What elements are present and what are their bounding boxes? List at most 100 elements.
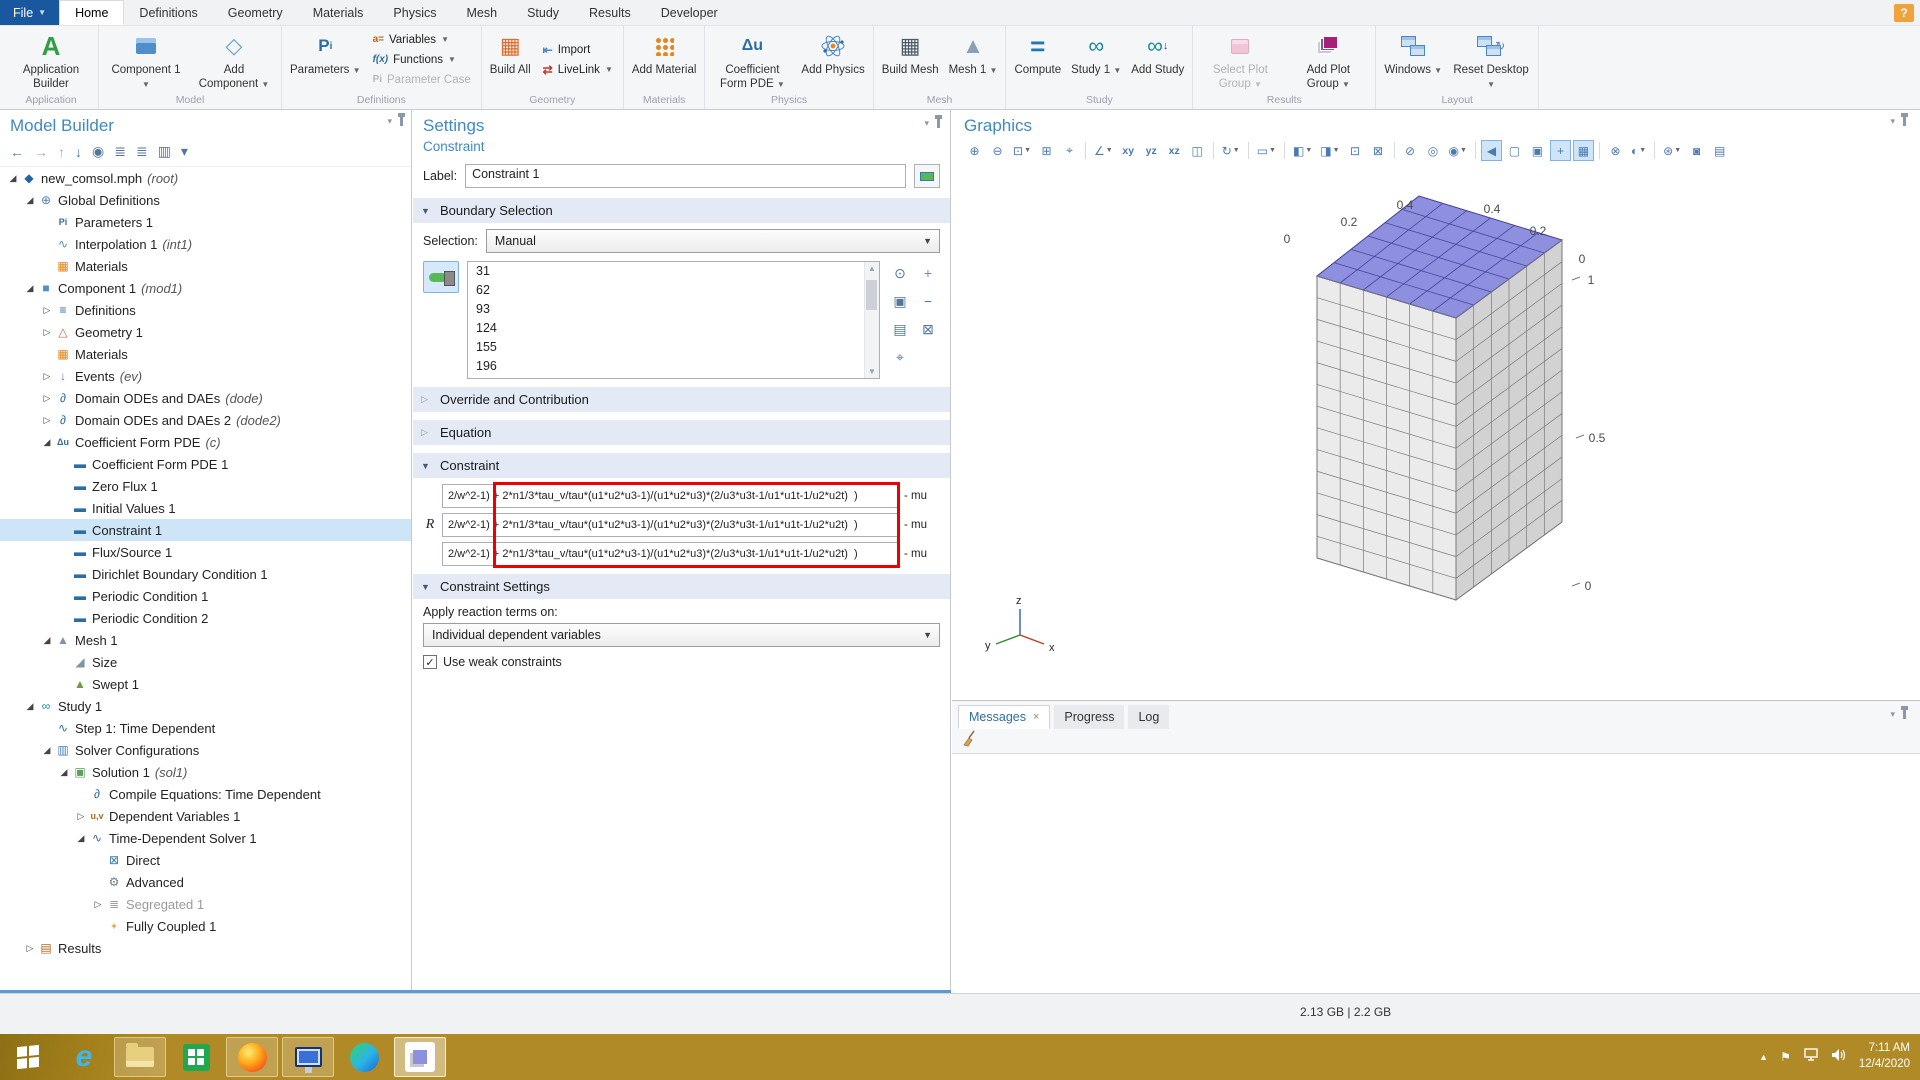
- tab-materials[interactable]: Materials: [298, 0, 379, 25]
- tree-item-solution-1[interactable]: ◢▣Solution 1(sol1): [0, 761, 411, 783]
- build-all-button[interactable]: ▦ Build All: [485, 26, 536, 93]
- study-1-button[interactable]: ∞ Study 1 ▼: [1066, 26, 1126, 93]
- mesh-1-button[interactable]: ▲ Mesh 1 ▼: [944, 26, 1003, 93]
- collapse-all-button[interactable]: ≣: [136, 143, 148, 160]
- tree-item-materials[interactable]: ▦Materials: [0, 343, 411, 365]
- tree-item-size[interactable]: ◢Size: [0, 651, 411, 673]
- snapshot-button[interactable]: ◙: [1686, 140, 1707, 161]
- tree-item-periodic-condition-1[interactable]: ▬Periodic Condition 1: [0, 585, 411, 607]
- tab-study[interactable]: Study: [512, 0, 574, 25]
- constraint-expression-input-1[interactable]: 2/w^2-1) + 2*n1/3*tau_v/tau*(u1*u2*u3-1)…: [442, 484, 899, 508]
- move-down-button[interactable]: ↓: [75, 144, 82, 160]
- start-button[interactable]: [2, 1037, 54, 1077]
- selection-dropdown[interactable]: Manual▼: [486, 229, 940, 253]
- view-xz-button[interactable]: xz: [1164, 140, 1185, 161]
- selection-list-item[interactable]: 31: [468, 262, 879, 281]
- section-boundary-selection[interactable]: ▼ Boundary Selection: [413, 198, 950, 223]
- tab-physics[interactable]: Physics: [378, 0, 451, 25]
- show-borders-button[interactable]: ▣: [1527, 140, 1548, 161]
- expand-caret-icon[interactable]: ▷: [23, 943, 37, 954]
- add-physics-button[interactable]: Add Physics: [796, 26, 869, 93]
- paste-selection-button[interactable]: ▤: [888, 317, 912, 341]
- scroll-thumb[interactable]: [866, 280, 877, 310]
- expand-caret-icon[interactable]: ◢: [23, 701, 37, 712]
- volume-icon[interactable]: [1831, 1048, 1847, 1067]
- tab-progress[interactable]: Progress: [1054, 705, 1124, 729]
- show-axes-button[interactable]: +: [1550, 140, 1571, 161]
- expand-caret-icon[interactable]: ▷: [91, 899, 105, 910]
- help-button[interactable]: ?: [1894, 4, 1914, 22]
- close-icon[interactable]: ×: [1033, 711, 1039, 723]
- clear-messages-broom-icon[interactable]: [962, 730, 977, 752]
- expand-caret-icon[interactable]: ◢: [23, 195, 37, 206]
- view-yz-button[interactable]: yz: [1141, 140, 1162, 161]
- livelink-button[interactable]: ⇄LiveLink▼: [540, 60, 616, 79]
- tree-item-mesh-1[interactable]: ◢▲Mesh 1: [0, 629, 411, 651]
- tree-item-interpolation-1[interactable]: ∿Interpolation 1(int1): [0, 233, 411, 255]
- section-override-and-contribution[interactable]: ▷ Override and Contribution: [413, 387, 950, 412]
- add-material-button[interactable]: Add Material: [627, 26, 702, 93]
- tree-item-zero-flux-1[interactable]: ▬Zero Flux 1: [0, 475, 411, 497]
- tree-item-events[interactable]: ▷↓Events(ev): [0, 365, 411, 387]
- selection-list-item[interactable]: 196: [468, 357, 879, 376]
- perspective-button[interactable]: ◫: [1187, 140, 1208, 161]
- tab-definitions[interactable]: Definitions: [124, 0, 212, 25]
- tree-item-new-comsol-mph[interactable]: ◢◆new_comsol.mph(root): [0, 167, 411, 189]
- functions-button[interactable]: f(x)Functions▼: [370, 50, 474, 69]
- panel-menu-caret-icon[interactable]: ▾: [387, 116, 392, 127]
- tab-home[interactable]: Home: [59, 0, 124, 25]
- selection-list-item[interactable]: 93: [468, 300, 879, 319]
- clock[interactable]: 7:11 AM 12/4/2020: [1859, 1041, 1910, 1072]
- tree-item-advanced[interactable]: ⚙Advanced: [0, 871, 411, 893]
- component-button[interactable]: Component 1 ▼: [102, 26, 190, 93]
- tree-item-domain-odes-and-daes[interactable]: ▷∂Domain ODEs and DAEs(dode): [0, 387, 411, 409]
- expand-caret-icon[interactable]: ▷: [40, 305, 54, 316]
- selection-colors-button[interactable]: ◀: [1481, 140, 1502, 161]
- show-button[interactable]: ◉: [92, 143, 104, 160]
- pin-icon[interactable]: [937, 119, 940, 128]
- network-icon[interactable]: [1803, 1048, 1819, 1066]
- tree-item-results[interactable]: ▷▤Results: [0, 937, 411, 959]
- section-constraint[interactable]: ▼ Constraint: [413, 453, 950, 478]
- tree-item-dirichlet-boundary-condition-1[interactable]: ▬Dirichlet Boundary Condition 1: [0, 563, 411, 585]
- store-button[interactable]: [170, 1037, 222, 1077]
- move-up-button[interactable]: ↑: [58, 144, 65, 160]
- section-equation[interactable]: ▷ Equation: [413, 420, 950, 445]
- tree-item-global-definitions[interactable]: ◢⊕Global Definitions: [0, 189, 411, 211]
- tree-item-coefficient-form-pde-1[interactable]: ▬Coefficient Form PDE 1: [0, 453, 411, 475]
- transparency-button[interactable]: ◧▼: [1290, 140, 1315, 161]
- tree-item-geometry-1[interactable]: ▷△Geometry 1: [0, 321, 411, 343]
- copy-selection-button[interactable]: ▣: [888, 289, 912, 313]
- rotate-button[interactable]: ↻▼: [1219, 140, 1243, 161]
- expand-all-button[interactable]: ≣: [114, 143, 126, 160]
- selection-list-item[interactable]: 62: [468, 281, 879, 300]
- tree-item-definitions[interactable]: ▷≡Definitions: [0, 299, 411, 321]
- tree-item-direct[interactable]: ⊠Direct: [0, 849, 411, 871]
- expand-caret-icon[interactable]: ▷: [40, 415, 54, 426]
- rename-button[interactable]: [914, 164, 940, 188]
- graphics-canvas[interactable]: 0.40.200.40.2010.50 z y x: [952, 180, 1920, 700]
- expand-caret-icon[interactable]: ◢: [40, 745, 54, 756]
- tree-item-swept-1[interactable]: ▲Swept 1: [0, 673, 411, 695]
- expand-caret-icon[interactable]: ▷: [40, 327, 54, 338]
- expand-caret-icon[interactable]: ◢: [40, 635, 54, 646]
- columns-button[interactable]: ▥: [158, 143, 171, 160]
- expand-caret-icon[interactable]: ▷: [74, 811, 88, 822]
- import-button[interactable]: ⇤Import: [540, 40, 616, 59]
- panel-menu-caret-icon[interactable]: ▾: [1890, 116, 1895, 127]
- scroll-up-icon[interactable]: ▲: [868, 264, 876, 273]
- parameters-button[interactable]: Pi Parameters ▼: [285, 26, 366, 93]
- coefficient-form-pde-button[interactable]: Δu Coefficient Form PDE ▼: [708, 26, 796, 93]
- zoom-selected-button[interactable]: ⌖: [1059, 140, 1080, 161]
- scene-button[interactable]: ▭▼: [1254, 140, 1279, 161]
- use-weak-constraints-checkbox[interactable]: ✓: [423, 655, 437, 669]
- add-to-selection-button[interactable]: +: [916, 261, 940, 285]
- tree-item-initial-values-1[interactable]: ▬Initial Values 1: [0, 497, 411, 519]
- view-xy-button[interactable]: xy: [1118, 140, 1139, 161]
- tab-developer[interactable]: Developer: [646, 0, 733, 25]
- back-button[interactable]: ←: [10, 144, 24, 160]
- zoom-in-button[interactable]: ⊕: [964, 140, 985, 161]
- pin-icon[interactable]: [1903, 117, 1906, 126]
- tree-item-flux-source-1[interactable]: ▬Flux/Source 1: [0, 541, 411, 563]
- forward-button[interactable]: →: [34, 144, 48, 160]
